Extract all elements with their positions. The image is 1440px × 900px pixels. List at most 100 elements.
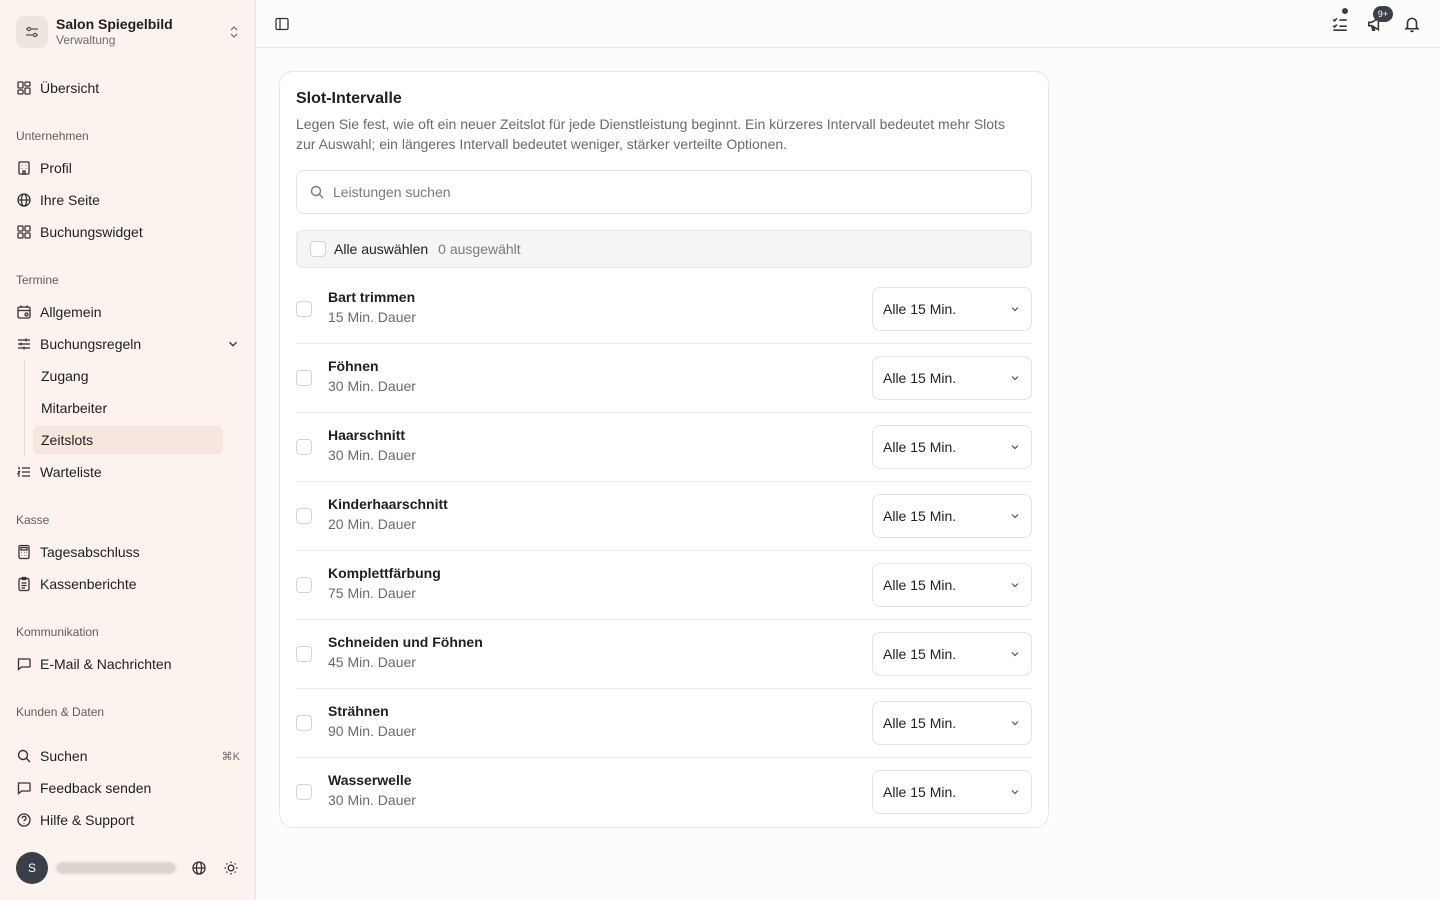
selected-count: 0 ausgewählt bbox=[438, 241, 521, 257]
tasks-button[interactable] bbox=[1330, 7, 1350, 34]
group-company: Unternehmen bbox=[16, 129, 89, 143]
select-all-checkbox[interactable] bbox=[310, 241, 326, 257]
service-duration: 20 Min. Dauer bbox=[328, 516, 416, 532]
service-checkbox[interactable] bbox=[296, 577, 312, 593]
settings-sliders-icon bbox=[16, 16, 48, 48]
message-square-icon bbox=[16, 780, 32, 796]
chevron-down-icon bbox=[1011, 376, 1019, 381]
interval-value: Alle 15 Min. bbox=[883, 439, 957, 455]
service-row: Schneiden und Föhnen 45 Min. Dauer Alle … bbox=[296, 620, 1032, 689]
nav-search[interactable]: Suchen ⌘K bbox=[16, 744, 240, 768]
interval-select[interactable]: Alle 15 Min. bbox=[872, 356, 1032, 400]
service-duration: 15 Min. Dauer bbox=[328, 309, 416, 325]
nav-booking-widget-label: Buchungswidget bbox=[40, 224, 143, 240]
service-search[interactable] bbox=[296, 170, 1032, 214]
tasks-indicator-dot bbox=[1341, 7, 1349, 15]
globe-icon[interactable] bbox=[191, 860, 207, 876]
service-checkbox[interactable] bbox=[296, 715, 312, 731]
nav-daily-closing[interactable]: Tagesabschluss bbox=[16, 540, 240, 564]
nav-register-reports[interactable]: Kassenberichte bbox=[16, 572, 240, 596]
updates-button[interactable]: 9+ bbox=[1365, 6, 1393, 34]
service-row: Komplettfärbung 75 Min. Dauer Alle 15 Mi… bbox=[296, 551, 1032, 620]
list-ordered-icon bbox=[16, 464, 32, 480]
interval-select[interactable]: Alle 15 Min. bbox=[872, 701, 1032, 745]
service-name: Schneiden und Föhnen bbox=[328, 634, 483, 650]
service-search-input[interactable] bbox=[333, 184, 933, 200]
search-shortcut: ⌘K bbox=[221, 750, 240, 763]
interval-select[interactable]: Alle 15 Min. bbox=[872, 425, 1032, 469]
card-title: Slot-Intervalle bbox=[296, 90, 402, 107]
service-checkbox[interactable] bbox=[296, 439, 312, 455]
chevron-down-icon bbox=[1011, 307, 1019, 312]
nav-profile-label: Profil bbox=[40, 160, 72, 176]
service-checkbox[interactable] bbox=[296, 508, 312, 524]
group-register: Kasse bbox=[16, 513, 50, 527]
chevron-down-icon bbox=[1011, 790, 1019, 795]
nav-booking-rules[interactable]: Buchungsregeln bbox=[16, 332, 240, 356]
service-row: Strähnen 90 Min. Dauer Alle 15 Min. bbox=[296, 689, 1032, 758]
nav-help-label: Hilfe & Support bbox=[40, 812, 135, 828]
search-icon bbox=[310, 185, 324, 199]
chevron-down-icon bbox=[1011, 445, 1019, 450]
calculator-icon bbox=[16, 544, 32, 560]
select-all-label[interactable]: Alle auswählen bbox=[334, 241, 428, 257]
nav-your-page[interactable]: Ihre Seite bbox=[16, 188, 240, 212]
service-row: Bart trimmen 15 Min. Dauer Alle 15 Min. bbox=[296, 275, 1032, 344]
interval-select[interactable]: Alle 15 Min. bbox=[872, 563, 1032, 607]
salon-name: Salon Spiegelbild bbox=[56, 16, 173, 32]
interval-value: Alle 15 Min. bbox=[883, 646, 957, 662]
nav-search-label: Suchen bbox=[40, 748, 88, 764]
interval-value: Alle 15 Min. bbox=[883, 784, 957, 800]
chevrons-up-down-icon bbox=[230, 26, 238, 38]
nav-general-label: Allgemein bbox=[40, 304, 102, 320]
subnav-staff[interactable]: Mitarbeiter bbox=[33, 394, 223, 422]
interval-select[interactable]: Alle 15 Min. bbox=[872, 632, 1032, 676]
nav-waitlist[interactable]: Warteliste bbox=[16, 460, 240, 484]
service-duration: 30 Min. Dauer bbox=[328, 447, 416, 463]
interval-value: Alle 15 Min. bbox=[883, 577, 957, 593]
interval-value: Alle 15 Min. bbox=[883, 370, 957, 386]
nav-register-reports-label: Kassenberichte bbox=[40, 576, 137, 592]
nav-booking-rules-label: Buchungsregeln bbox=[40, 336, 142, 352]
subnav-access[interactable]: Zugang bbox=[33, 362, 223, 390]
nav-email-messages[interactable]: E-Mail & Nachrichten bbox=[16, 652, 240, 676]
service-checkbox[interactable] bbox=[296, 370, 312, 386]
nav-profile[interactable]: Profil bbox=[16, 156, 240, 180]
service-row: Haarschnitt 30 Min. Dauer Alle 15 Min. bbox=[296, 413, 1032, 482]
service-name: Komplettfärbung bbox=[328, 565, 441, 581]
grid-icon bbox=[16, 224, 32, 240]
service-checkbox[interactable] bbox=[296, 301, 312, 317]
notifications-button[interactable] bbox=[1402, 14, 1422, 34]
service-duration: 30 Min. Dauer bbox=[328, 378, 416, 394]
list-checks-icon bbox=[1332, 17, 1347, 31]
group-customers: Kunden & Daten bbox=[16, 705, 105, 719]
sun-icon[interactable] bbox=[223, 860, 239, 876]
interval-select[interactable]: Alle 15 Min. bbox=[872, 494, 1032, 538]
nav-overview[interactable]: Übersicht bbox=[16, 76, 240, 100]
service-row: Föhnen 30 Min. Dauer Alle 15 Min. bbox=[296, 344, 1032, 413]
interval-value: Alle 15 Min. bbox=[883, 508, 957, 524]
nav-general[interactable]: Allgemein bbox=[16, 300, 240, 324]
salon-switcher[interactable]: Salon Spiegelbild Verwaltung bbox=[16, 16, 242, 48]
updates-badge: 9+ bbox=[1373, 6, 1393, 22]
service-checkbox[interactable] bbox=[296, 646, 312, 662]
topbar: 9+ bbox=[256, 0, 1440, 48]
nav-feedback[interactable]: Feedback senden bbox=[16, 776, 240, 800]
sidebar: Salon Spiegelbild Verwaltung Übersicht U… bbox=[0, 0, 256, 900]
service-name: Bart trimmen bbox=[328, 289, 416, 305]
avatar: S bbox=[16, 852, 48, 884]
service-row: Wasserwelle 30 Min. Dauer Alle 15 Min. bbox=[296, 758, 1032, 827]
nav-booking-widget[interactable]: Buchungswidget bbox=[16, 220, 240, 244]
nav-help[interactable]: Hilfe & Support bbox=[16, 808, 240, 832]
nav-overview-label: Übersicht bbox=[40, 80, 100, 96]
sidebar-toggle-button[interactable] bbox=[272, 14, 292, 34]
interval-select[interactable]: Alle 15 Min. bbox=[872, 770, 1032, 814]
nav-your-page-label: Ihre Seite bbox=[40, 192, 100, 208]
interval-select[interactable]: Alle 15 Min. bbox=[872, 287, 1032, 331]
subnav-timeslots[interactable]: Zeitslots bbox=[33, 426, 223, 454]
service-checkbox[interactable] bbox=[296, 784, 312, 800]
nav-daily-closing-label: Tagesabschluss bbox=[40, 544, 140, 560]
submenu-divider bbox=[24, 360, 25, 456]
user-menu[interactable]: S bbox=[16, 852, 246, 884]
message-square-icon bbox=[16, 656, 32, 672]
